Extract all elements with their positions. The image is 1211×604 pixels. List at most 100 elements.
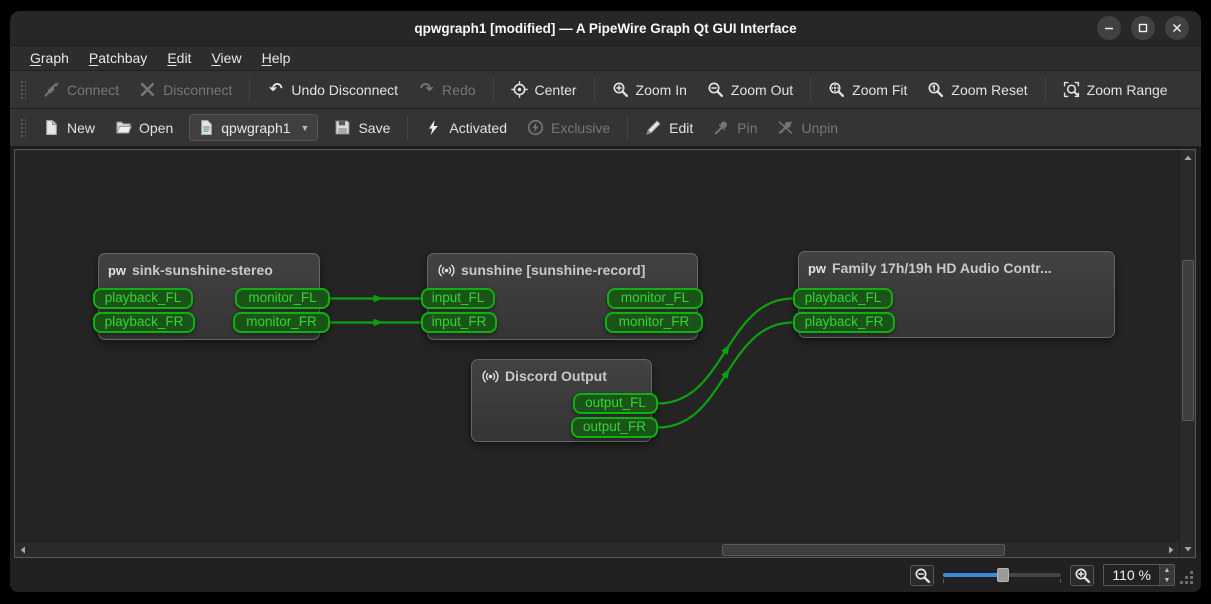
file-icon <box>198 119 215 136</box>
horizontal-scrollbar-thumb[interactable] <box>721 544 1005 556</box>
zoom-fit-icon <box>828 81 845 98</box>
win-close-icon <box>1169 20 1185 36</box>
port-input-fr[interactable]: input_FR <box>421 312 497 333</box>
toolbar-drag-handle[interactable] <box>19 78 26 101</box>
port-playback-fr[interactable]: playback_FR <box>793 312 895 333</box>
menu-patchbay[interactable]: Patchbay <box>79 48 157 68</box>
graph-canvas-frame: pw sink-sunshine-stereo sunshine [sunshine… <box>14 149 1196 558</box>
port-monitor-fr[interactable]: monitor_FR <box>233 312 330 333</box>
redo-button[interactable]: ↷ Redo <box>408 76 485 104</box>
zoom-out-button[interactable]: Zoom Out <box>697 76 803 104</box>
menu-view[interactable]: View <box>201 48 251 68</box>
button-label: Zoom In <box>635 81 687 98</box>
port-playback-fl[interactable]: playback_FL <box>793 288 893 309</box>
broadcast-icon <box>481 368 499 384</box>
node-title: Discord Output <box>505 368 607 384</box>
new-icon <box>43 119 60 136</box>
menubar: Graph Patchbay Edit View Help <box>10 46 1201 71</box>
port-monitor-fl[interactable]: monitor_FL <box>607 288 703 309</box>
edit-button[interactable]: Edit <box>635 114 703 142</box>
button-label: New <box>67 119 96 136</box>
menu-edit[interactable]: Edit <box>157 48 201 68</box>
button-label: Center <box>534 81 577 98</box>
zoom-reset-button[interactable]: Zoom Reset <box>917 76 1037 104</box>
pipewire-icon: pw <box>807 260 827 276</box>
pin-button[interactable]: Pin <box>703 114 767 142</box>
port-monitor-fr[interactable]: monitor_FR <box>605 312 703 333</box>
menu-graph[interactable]: Graph <box>20 48 79 68</box>
close-button[interactable] <box>1165 16 1189 40</box>
vertical-scrollbar[interactable] <box>1179 150 1195 557</box>
zoom-range-button[interactable]: Zoom Range <box>1053 76 1178 104</box>
chevron-down-icon: ▼ <box>300 122 310 133</box>
scroll-left-button[interactable] <box>15 542 31 558</box>
zoom-slider[interactable] <box>943 565 1062 585</box>
port-playback-fr[interactable]: playback_FR <box>93 312 195 333</box>
button-label: Open <box>139 119 174 136</box>
zoom-in-icon <box>612 81 629 98</box>
unpin-button[interactable]: Unpin <box>767 114 848 142</box>
open-button[interactable]: Open <box>105 114 183 142</box>
activated-button[interactable]: Activated <box>415 114 517 142</box>
pin-icon <box>713 119 730 136</box>
connection-wires <box>329 294 794 429</box>
graph-canvas[interactable]: pw sink-sunshine-stereo sunshine [sunshine… <box>15 150 1179 541</box>
button-label: Zoom Fit <box>852 81 908 98</box>
port-output-fl[interactable]: output_FL <box>573 393 658 414</box>
zoom-in-button[interactable] <box>1070 564 1095 586</box>
toolbar-separator <box>593 77 595 102</box>
resize-grip[interactable] <box>1190 571 1193 574</box>
qpwgraph-window: qpwgraph1 [modified] — A PipeWire Graph … <box>10 11 1201 592</box>
vertical-scrollbar-thumb[interactable] <box>1182 259 1194 421</box>
titlebar: qpwgraph1 [modified] — A PipeWire Graph … <box>10 11 1201 46</box>
broadcast-icon <box>437 262 455 278</box>
unpin-icon <box>777 119 794 136</box>
zoom-out-button[interactable] <box>910 564 935 586</box>
save-button[interactable]: Save <box>324 114 400 142</box>
window-controls <box>1097 16 1189 40</box>
spin-up-button[interactable]: ▲ <box>1160 565 1174 575</box>
center-button[interactable]: Center <box>501 76 587 104</box>
port-playback-fl[interactable]: playback_FL <box>93 288 193 309</box>
disconnect-button[interactable]: Disconnect <box>129 76 242 104</box>
menu-help[interactable]: Help <box>252 48 301 68</box>
screenshot-stage: qpwgraph1 [modified] — A PipeWire Graph … <box>0 0 1211 604</box>
disconnect-icon <box>139 81 156 98</box>
connect-button[interactable]: Connect <box>33 76 129 104</box>
scroll-down-button[interactable] <box>1180 541 1196 557</box>
scroll-up-button[interactable] <box>1180 150 1196 166</box>
zoom-out-icon <box>914 567 931 584</box>
exclusive-button[interactable]: Exclusive <box>517 114 620 142</box>
statusbar: 110 % ▲ ▼ <box>10 558 1201 592</box>
maximize-button[interactable] <box>1131 16 1155 40</box>
redo-icon: ↷ <box>419 80 434 98</box>
spin-down-button[interactable]: ▼ <box>1160 575 1174 585</box>
new-button[interactable]: New <box>33 114 105 142</box>
pipewire-icon: pw <box>107 262 127 278</box>
zoom-in-button[interactable]: Zoom In <box>602 76 697 104</box>
center-icon <box>510 81 528 98</box>
button-label: Activated <box>449 119 507 136</box>
button-label: Unpin <box>801 119 839 136</box>
undo-disconnect-button[interactable]: ↶ Undo Disconnect <box>257 76 408 104</box>
patchbay-profile-combo[interactable]: qpwgraph1 ▼ <box>189 114 319 141</box>
minimize-button[interactable] <box>1097 16 1121 40</box>
horizontal-scrollbar[interactable] <box>15 541 1179 557</box>
zoom-slider-handle[interactable] <box>997 568 1010 582</box>
zoom-out-icon <box>707 81 724 98</box>
zoom-reset-icon <box>927 81 944 98</box>
port-input-fl[interactable]: input_FL <box>421 288 495 309</box>
button-label: Connect <box>67 81 120 98</box>
button-label: Zoom Out <box>730 81 794 98</box>
zoom-fit-button[interactable]: Zoom Fit <box>818 76 917 104</box>
port-monitor-fl[interactable]: monitor_FL <box>235 288 330 309</box>
button-label: Zoom Reset <box>951 81 1028 98</box>
port-output-fr[interactable]: output_FR <box>571 417 658 438</box>
toolbar-separator <box>627 115 629 140</box>
zoom-percent-spinbox[interactable]: 110 % ▲ ▼ <box>1103 564 1175 586</box>
zoom-range-icon <box>1063 81 1080 98</box>
connect-icon <box>43 81 60 98</box>
toolbar-drag-handle[interactable] <box>19 116 26 139</box>
scroll-right-button[interactable] <box>1163 542 1179 558</box>
win-maximize-icon <box>1135 20 1151 36</box>
